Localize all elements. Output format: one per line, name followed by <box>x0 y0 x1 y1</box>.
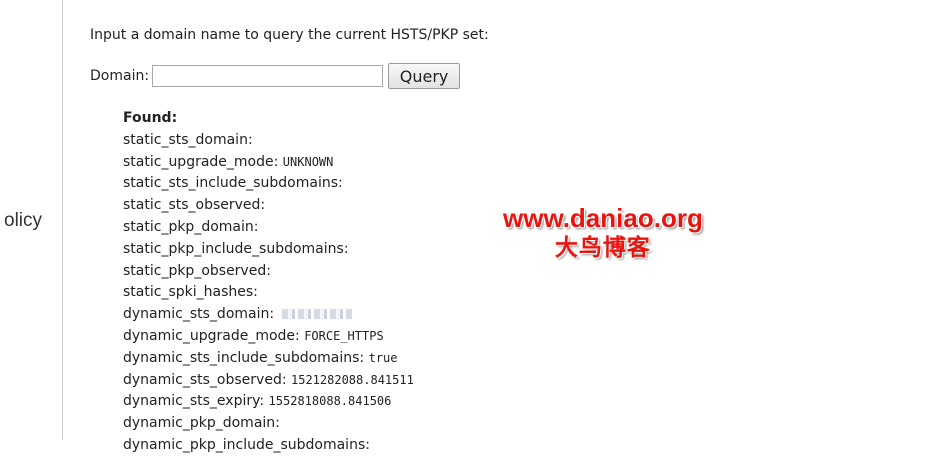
result-value: true <box>368 350 398 365</box>
result-key: static_pkp_domain: <box>123 218 259 235</box>
result-key: dynamic_upgrade_mode: <box>123 327 300 344</box>
result-key: dynamic_sts_domain: <box>123 306 275 323</box>
result-row: static_sts_include_subdomains: <box>123 173 414 195</box>
query-prompt: Input a domain name to query the current… <box>90 27 489 43</box>
result-row: static_pkp_include_subdomains: <box>123 239 414 261</box>
result-key: static_pkp_observed: <box>123 262 271 279</box>
result-key: static_sts_domain: <box>123 131 253 148</box>
domain-input[interactable] <box>152 65 384 87</box>
result-row: dynamic_sts_include_subdomains: true <box>123 348 414 370</box>
result-rows: static_sts_domain: static_upgrade_mode: … <box>123 130 414 457</box>
result-row: static_spki_hashes: <box>123 282 414 304</box>
result-value: 1521282088.841511 <box>291 372 414 387</box>
result-row: static_upgrade_mode: UNKNOWN <box>123 152 414 174</box>
result-key: static_sts_observed: <box>123 197 266 214</box>
result-key: static_sts_include_subdomains: <box>123 175 343 192</box>
result-value: 1552818088.841506 <box>268 394 392 409</box>
result-value: UNKNOWN <box>282 154 334 169</box>
result-key: dynamic_pkp_include_subdomains: <box>123 436 370 453</box>
result-row: static_pkp_domain: <box>123 217 414 239</box>
result-row: dynamic_sts_expiry: 1552818088.841506 <box>123 391 414 413</box>
result-key: static_upgrade_mode: <box>123 153 279 170</box>
result-key: dynamic_sts_observed: <box>123 371 287 388</box>
result-key: dynamic_pkp_domain: <box>123 415 280 432</box>
left-panel: olicy <box>0 0 63 440</box>
result-row: dynamic_upgrade_mode: FORCE_HTTPS <box>123 326 414 348</box>
domain-label: Domain: <box>90 68 150 84</box>
result-value: FORCE_HTTPS <box>304 328 384 343</box>
result-row: dynamic_pkp_domain: <box>123 413 414 435</box>
result-key: dynamic_sts_expiry: <box>123 393 265 410</box>
query-button[interactable]: Query <box>388 63 461 89</box>
result-row: static_pkp_observed: <box>123 261 414 283</box>
result-row: static_sts_domain: <box>123 130 414 152</box>
redacted-domain <box>281 309 352 320</box>
result-row: dynamic_pkp_include_subdomains: <box>123 435 414 457</box>
result-row: dynamic_sts_observed: 1521282088.841511 <box>123 370 414 392</box>
result-key: static_pkp_include_subdomains: <box>123 240 349 257</box>
found-title: Found: <box>123 110 178 126</box>
results-list: Found: static_sts_domain: static_upgrade… <box>123 108 414 457</box>
sidebar-label: olicy <box>4 210 43 231</box>
result-key: dynamic_sts_include_subdomains: <box>123 349 365 366</box>
result-key: static_spki_hashes: <box>123 284 258 301</box>
domain-query-row: Domain: Query <box>90 63 461 89</box>
result-row: static_sts_observed: <box>123 195 414 217</box>
main-content: Input a domain name to query the current… <box>90 0 930 453</box>
result-row: dynamic_sts_domain: <box>123 304 414 326</box>
